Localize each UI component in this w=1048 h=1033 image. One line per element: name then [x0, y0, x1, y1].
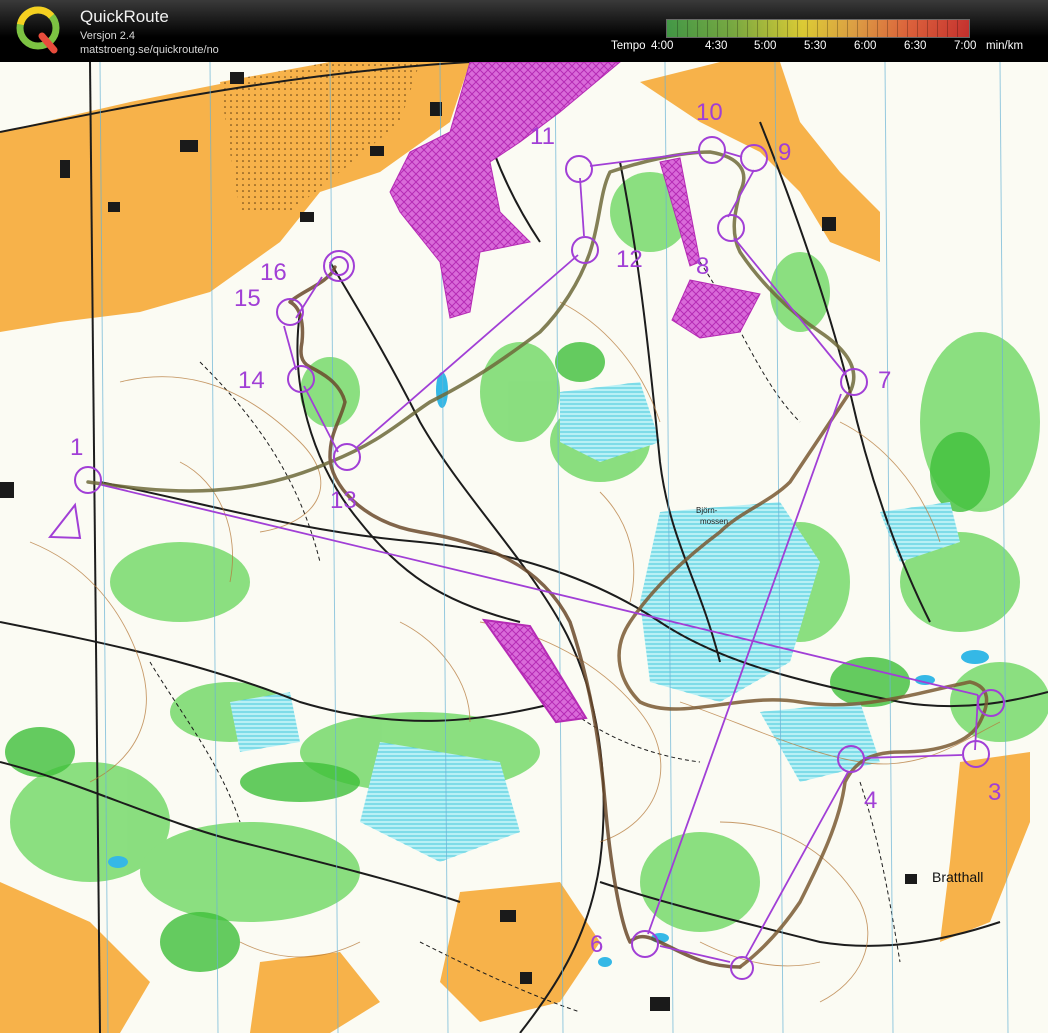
pace-scale-divider	[867, 20, 868, 37]
pace-scale-divider	[727, 20, 728, 37]
pace-tick-label: 4:00	[651, 40, 674, 52]
control-number: 15	[234, 285, 261, 312]
pace-scale-divider	[827, 20, 828, 37]
pace-scale-divider	[707, 20, 708, 37]
pace-scale-divider	[787, 20, 788, 37]
pace-tick-label: 6:30	[904, 40, 927, 52]
control-number: 16	[260, 259, 287, 286]
control-number: 4	[864, 787, 877, 814]
place-name-bratthall: Bratthall	[932, 869, 983, 885]
control-number: 14	[238, 367, 265, 394]
control-number: 3	[988, 779, 1001, 806]
control-number: 7	[878, 367, 891, 394]
orienteering-map[interactable]: 1 3 4 6 7 8 9 10 11 12 13 14 15 16 Bratt…	[0, 62, 1048, 1033]
pace-scale-divider	[737, 20, 738, 37]
pace-scale-divider	[817, 20, 818, 37]
pace-scale-divider	[877, 20, 878, 37]
place-name-bjornmossen-line1: Björn-	[696, 506, 718, 515]
control-number: 8	[696, 253, 709, 280]
pace-scale-divider	[797, 20, 798, 37]
control-number: 12	[616, 246, 643, 273]
app-title: QuickRoute	[80, 7, 169, 26]
pace-scale-divider	[907, 20, 908, 37]
pace-scale-divider	[767, 20, 768, 37]
pace-scale-divider	[807, 20, 808, 37]
pace-scale-divider	[777, 20, 778, 37]
pace-scale-divider	[857, 20, 858, 37]
marsh-area	[230, 692, 300, 752]
pace-tick-label: 4:30	[705, 40, 728, 52]
control-number: 9	[778, 139, 791, 166]
control-number: 6	[590, 931, 603, 958]
control-number: 13	[330, 487, 357, 514]
control-number: 10	[696, 99, 723, 126]
pace-scale-divider	[957, 20, 958, 37]
pace-scale-divider	[687, 20, 688, 37]
pace-scale-divider	[717, 20, 718, 37]
place-name-bjornmossen-line2: mossen	[700, 517, 728, 526]
pace-scale-divider	[937, 20, 938, 37]
pace-tick-label: 5:00	[754, 40, 777, 52]
pace-unit-label: min/km	[986, 40, 1024, 52]
pace-scale-divider	[697, 20, 698, 37]
pace-scale-divider	[947, 20, 948, 37]
pace-scale-divider	[887, 20, 888, 37]
pace-scale-labels: Tempo 4:00 4:30 5:00 5:30 6:00 6:30 7:00…	[0, 40, 1048, 56]
pace-scale-divider	[757, 20, 758, 37]
pace-scale-divider	[837, 20, 838, 37]
pace-tick-label: 7:00	[954, 40, 977, 52]
pace-color-scale	[666, 19, 970, 38]
control-number: 11	[530, 123, 555, 150]
pace-scale-divider	[927, 20, 928, 37]
app-header: QuickRoute Versjon 2.4 matstroeng.se/qui…	[0, 0, 1048, 62]
pace-tick-label: 5:30	[804, 40, 827, 52]
pace-scale-divider	[677, 20, 678, 37]
pace-tick-label: 6:00	[854, 40, 877, 52]
pace-prefix-label: Tempo	[611, 40, 646, 52]
control-number: 1	[70, 434, 83, 461]
pace-scale-divider	[917, 20, 918, 37]
pace-scale-divider	[847, 20, 848, 37]
pace-scale-divider	[747, 20, 748, 37]
pace-scale-divider	[897, 20, 898, 37]
